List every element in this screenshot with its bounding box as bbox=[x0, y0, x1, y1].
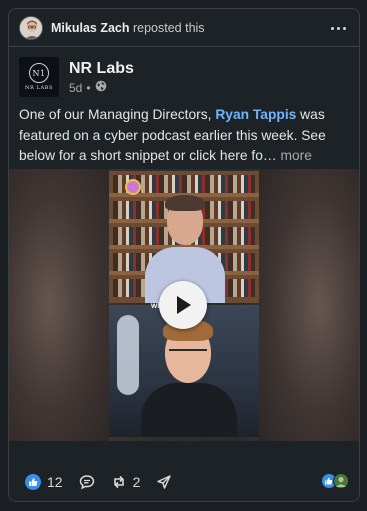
video-blur-left bbox=[9, 169, 109, 441]
podcast-badge-icon bbox=[125, 179, 141, 195]
host-background-lamp bbox=[117, 315, 139, 395]
reposter-name[interactable]: Mikulas Zach bbox=[51, 21, 130, 35]
send-icon bbox=[157, 475, 172, 489]
send-button[interactable] bbox=[156, 474, 172, 490]
logo-mark: N1 bbox=[29, 63, 49, 83]
like-icon bbox=[25, 474, 41, 490]
post-text-part-1: One of our Managing Directors, bbox=[19, 107, 216, 122]
reactor-avatars[interactable] bbox=[321, 473, 349, 489]
more-options-button[interactable] bbox=[327, 19, 349, 37]
comment-icon bbox=[79, 475, 94, 490]
repost-count: 2 bbox=[132, 474, 141, 490]
globe-icon bbox=[95, 80, 107, 95]
post-author: N1 NR LABS NR Labs 5d • bbox=[19, 55, 134, 99]
video-player[interactable]: wha bbox=[9, 169, 359, 441]
repost-action-text: reposted this bbox=[132, 20, 205, 35]
play-icon bbox=[177, 296, 191, 314]
reactor-avatar bbox=[333, 473, 349, 489]
host-shirt bbox=[141, 383, 237, 437]
author-info: NR Labs 5d • bbox=[69, 59, 134, 95]
repost-line: Mikulas Zach reposted this bbox=[51, 21, 205, 35]
repost-header: Mikulas Zach reposted this bbox=[9, 9, 359, 47]
like-button[interactable]: 12 bbox=[25, 474, 63, 490]
post-age: 5d bbox=[69, 80, 83, 95]
logo-wordmark: NR LABS bbox=[25, 85, 53, 91]
play-button[interactable] bbox=[159, 281, 207, 329]
post-body: One of our Managing Directors, Ryan Tapp… bbox=[19, 105, 353, 167]
reposter-avatar-image bbox=[20, 16, 42, 39]
company-logo[interactable]: N1 NR LABS bbox=[19, 57, 59, 97]
repost-button[interactable]: 2 bbox=[111, 474, 141, 490]
guest-hair bbox=[165, 195, 205, 211]
repost-icon bbox=[113, 475, 124, 489]
social-actions: 12 2 bbox=[25, 471, 188, 493]
mention-link[interactable]: Ryan Tappis bbox=[215, 107, 296, 122]
video-blur-right bbox=[259, 169, 359, 441]
comment-button[interactable] bbox=[79, 474, 95, 490]
host-glasses bbox=[169, 349, 207, 359]
like-count: 12 bbox=[47, 474, 63, 490]
person-avatar-icon bbox=[336, 476, 346, 487]
author-name[interactable]: NR Labs bbox=[69, 59, 134, 79]
post-meta: 5d • bbox=[69, 80, 134, 95]
more-horizontal-icon bbox=[330, 26, 346, 30]
meta-separator: • bbox=[86, 80, 91, 95]
reposter-avatar[interactable] bbox=[19, 15, 43, 40]
see-more-link[interactable]: more bbox=[281, 148, 312, 163]
feed-post-card: Mikulas Zach reposted this N1 NR LABS NR… bbox=[8, 8, 360, 502]
